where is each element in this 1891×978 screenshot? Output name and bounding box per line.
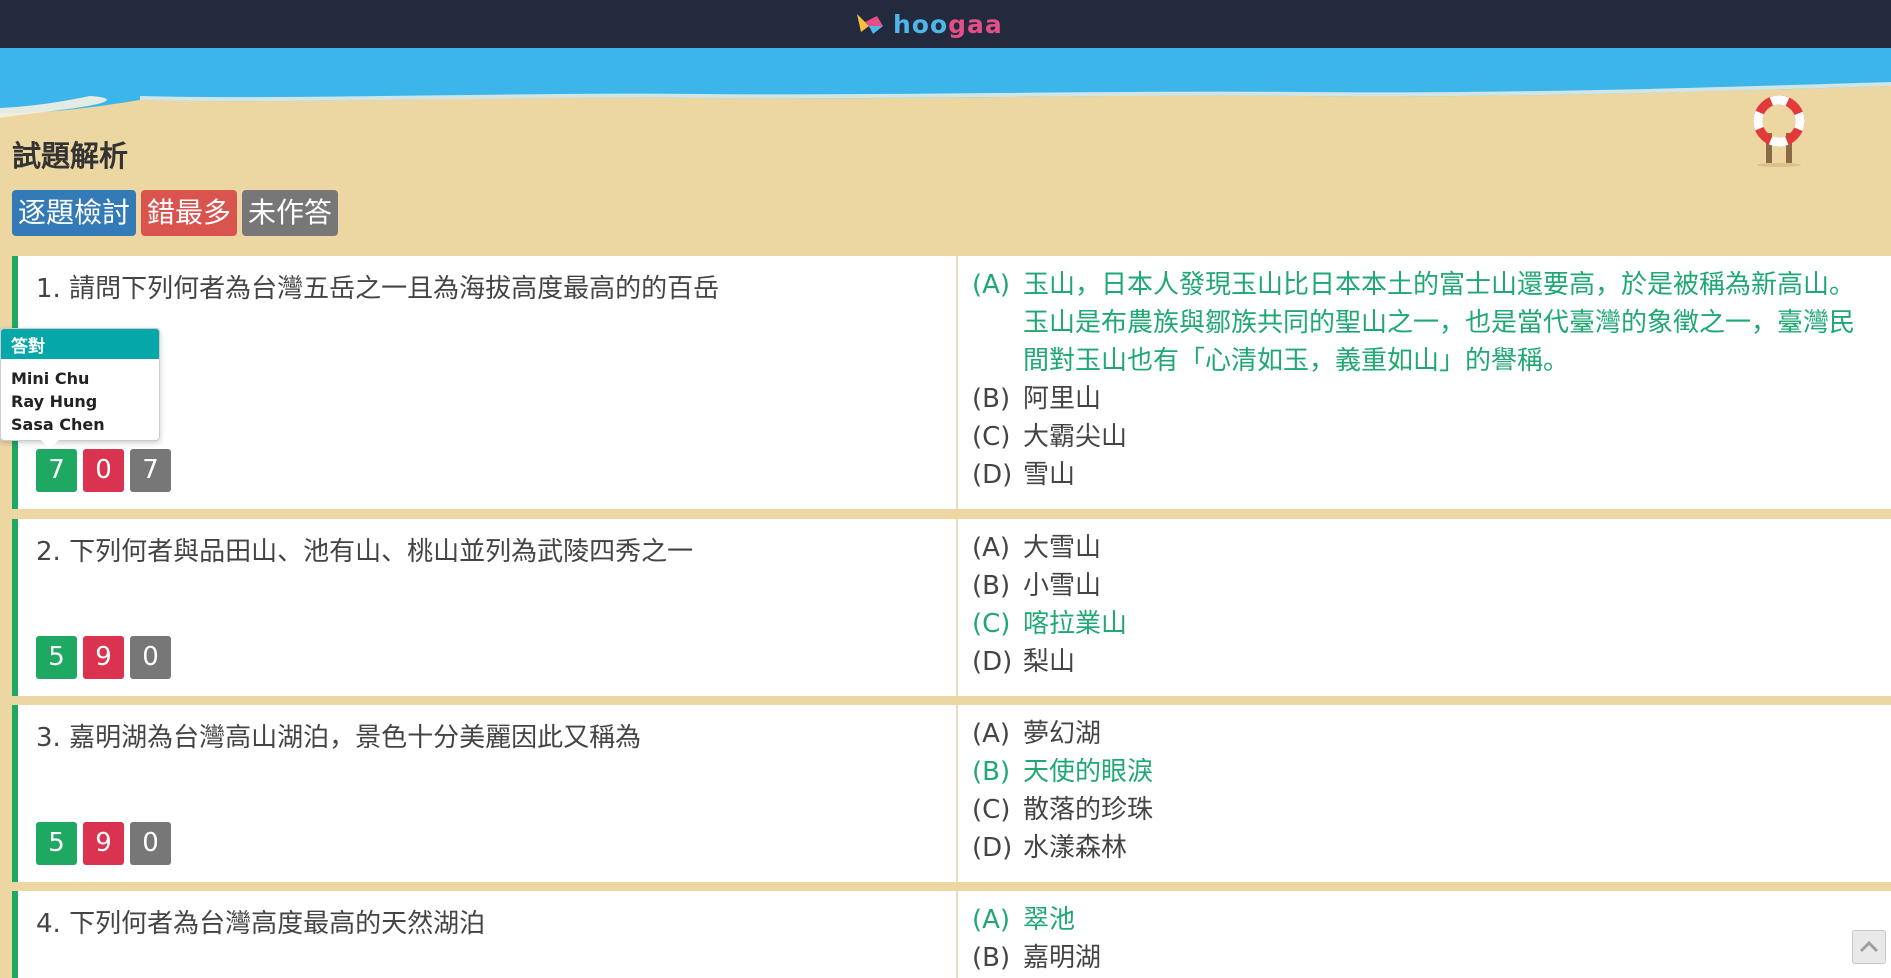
option-list: (A) 玉山，日本人發現玉山比日本本土的富士山還要高，於是被稱為新高山。玉山是布農… [958,256,1891,509]
popover-arrow [41,440,59,449]
question-card-1: 1. 請問下列何者為台灣五岳之一且為海拔高度最高的的百岳 7 0 7 (A) 玉山… [12,256,1891,509]
answer-stats: 5 9 0 [36,636,171,679]
question-card-3: 3. 嘉明湖為台灣高山湖泊，景色十分美麗因此又稱為 5 9 0 (A) 夢幻湖 (… [12,705,1891,882]
wrong-count-badge[interactable]: 0 [83,449,124,492]
hoogaa-logo[interactable]: hoogaa [855,9,1003,39]
logo-text: hoogaa [893,9,1003,39]
review-each-button[interactable]: 逐題檢討 [12,190,137,236]
correct-count-badge[interactable]: 7 [36,449,77,492]
chevron-up-icon [1859,940,1879,953]
unanswered-count-badge[interactable]: 0 [130,636,171,679]
option-d: (D) 水漾森林 [972,833,1128,863]
question-stem: 4. 下列何者為台灣高度最高的天然湖泊 [18,891,958,978]
correct-count-badge[interactable]: 5 [36,822,77,865]
option-a: (A) 玉山，日本人發現玉山比日本本土的富士山還要高，於是被稱為新高山。玉山是布農… [972,270,1856,376]
unanswered-count-badge[interactable]: 0 [130,822,171,865]
option-a: (A) 夢幻湖 [972,719,1102,749]
student-name: Mini Chu [11,369,90,388]
option-a: (A) 大雪山 [972,533,1102,563]
option-d: (D) 雪山 [972,460,1076,490]
question-text: 4. 下列何者為台灣高度最高的天然湖泊 [36,909,486,939]
option-b: (B) 天使的眼淚 [972,757,1154,787]
student-name: Ray Hung [11,392,98,411]
question-text: 1. 請問下列何者為台灣五岳之一且為海拔高度最高的的百岳 [36,274,720,304]
student-name: Sasa Chen [11,415,105,434]
question-text: 3. 嘉明湖為台灣高山湖泊，景色十分美麗因此又稱為 [36,723,642,753]
question-stem: 2. 下列何者與品田山、池有山、桃山並列為武陵四秀之一 5 9 0 [18,519,958,696]
popover-title: 答對 [1,329,159,359]
option-b: (B) 阿里山 [972,384,1102,414]
option-b: (B) 小雪山 [972,571,1102,601]
beach-banner [0,48,1891,128]
option-list: (A) 大雪山 (B) 小雪山 (C) 喀拉業山 (D) 梨山 [958,519,1891,696]
wrong-count-badge[interactable]: 9 [83,636,124,679]
lifebuoy-icon [1753,95,1805,167]
page-title: 試題解析 [12,139,129,173]
option-b: (B) 嘉明湖 [972,943,1102,973]
option-c: (C) 散落的珍珠 [972,795,1154,825]
student-name-list: Mini Chu Ray Hung Sasa Chen [1,359,159,440]
question-card-2: 2. 下列何者與品田山、池有山、桃山並列為武陵四秀之一 5 9 0 (A) 大雪山… [12,519,1891,696]
bird-logo-icon [857,14,883,34]
question-card-4: 4. 下列何者為台灣高度最高的天然湖泊 (A) 翠池 (B) 嘉明湖 [12,891,1891,978]
option-d: (D) 梨山 [972,647,1076,677]
option-list: (A) 翠池 (B) 嘉明湖 [958,891,1891,978]
answer-stats: 5 9 0 [36,822,171,865]
question-text: 2. 下列何者與品田山、池有山、桃山並列為武陵四秀之一 [36,537,694,567]
most-wrong-button[interactable]: 錯最多 [141,190,238,236]
question-stem: 3. 嘉明湖為台灣高山湖泊，景色十分美麗因此又稱為 5 9 0 [18,705,958,882]
option-a: (A) 翠池 [972,905,1076,935]
correct-count-badge[interactable]: 5 [36,636,77,679]
filter-button-group: 逐題檢討 錯最多 未作答 [12,190,339,236]
top-navbar: hoogaa [0,0,1891,48]
answer-stats: 7 0 7 [36,449,171,492]
unanswered-count-badge[interactable]: 7 [130,449,171,492]
scroll-to-top-button[interactable] [1852,930,1886,964]
option-list: (A) 夢幻湖 (B) 天使的眼淚 (C) 散落的珍珠 (D) 水漾森林 [958,705,1891,882]
correct-students-popover: 答對 Mini Chu Ray Hung Sasa Chen [0,328,160,449]
option-c: (C) 喀拉業山 [972,609,1128,639]
option-c: (C) 大霸尖山 [972,422,1128,452]
unanswered-button[interactable]: 未作答 [242,190,339,236]
wrong-count-badge[interactable]: 9 [83,822,124,865]
